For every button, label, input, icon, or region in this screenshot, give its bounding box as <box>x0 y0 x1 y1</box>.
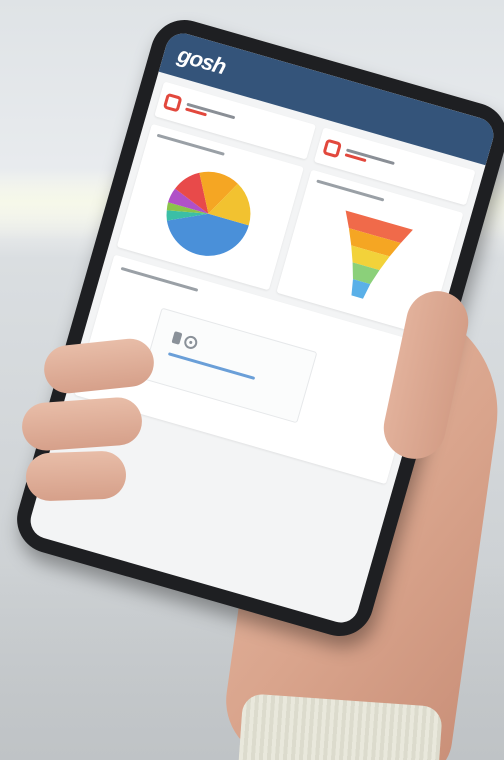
empty-state-icons <box>171 331 199 351</box>
photo-scene: gosh <box>0 0 504 760</box>
empty-state-link[interactable] <box>167 352 256 380</box>
gear-icon <box>182 334 199 351</box>
calendar-icon <box>322 138 343 159</box>
app-logo[interactable]: gosh <box>175 42 229 80</box>
stat-text-1 <box>184 101 236 126</box>
stat-text-2 <box>344 146 395 171</box>
document-icon <box>171 331 183 345</box>
calendar-icon <box>162 92 183 113</box>
completed-activities-title <box>120 266 199 292</box>
hand-finger <box>25 450 127 502</box>
hand-finger <box>20 395 144 453</box>
activities-empty-state <box>141 307 318 424</box>
